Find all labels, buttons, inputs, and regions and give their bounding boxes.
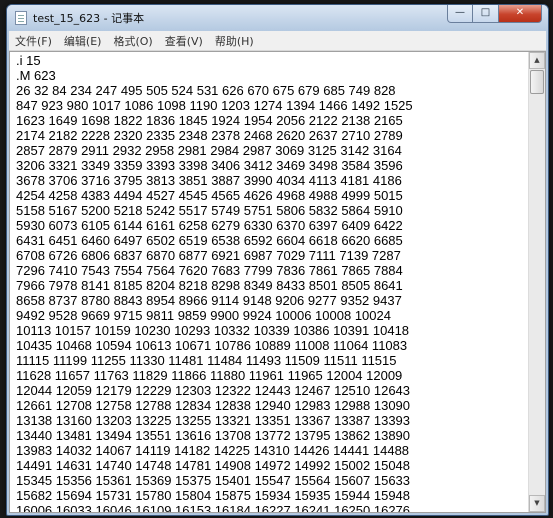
vertical-scrollbar[interactable]: ▲ ▼ — [528, 52, 545, 512]
notepad-window: test_15_623 - 记事本 — □ ✕ 文件(F) 编辑(E) 格式(O… — [6, 4, 549, 516]
scroll-up-icon[interactable]: ▲ — [529, 52, 545, 69]
menu-bar: 文件(F) 编辑(E) 格式(O) 查看(V) 帮助(H) — [9, 31, 546, 51]
menu-format[interactable]: 格式(O) — [107, 33, 158, 49]
caption-buttons: — □ ✕ — [447, 5, 542, 23]
scroll-down-icon[interactable]: ▼ — [529, 495, 545, 512]
menu-edit[interactable]: 编辑(E) — [58, 33, 108, 49]
minimize-button[interactable]: — — [447, 5, 473, 23]
editor-content[interactable]: .i 15 .M 623 26 32 84 234 247 495 505 52… — [16, 53, 523, 512]
notepad-icon — [15, 11, 27, 25]
menu-file[interactable]: 文件(F) — [9, 33, 58, 49]
title-bar[interactable]: test_15_623 - 记事本 — □ ✕ — [7, 5, 548, 31]
scroll-thumb[interactable] — [530, 70, 544, 94]
close-button[interactable]: ✕ — [499, 5, 542, 23]
menu-view[interactable]: 查看(V) — [159, 33, 209, 49]
maximize-button[interactable]: □ — [473, 5, 499, 23]
window-title: test_15_623 - 记事本 — [33, 12, 145, 25]
text-editor[interactable]: .i 15 .M 623 26 32 84 234 247 495 505 52… — [9, 51, 546, 513]
menu-help[interactable]: 帮助(H) — [209, 33, 260, 49]
